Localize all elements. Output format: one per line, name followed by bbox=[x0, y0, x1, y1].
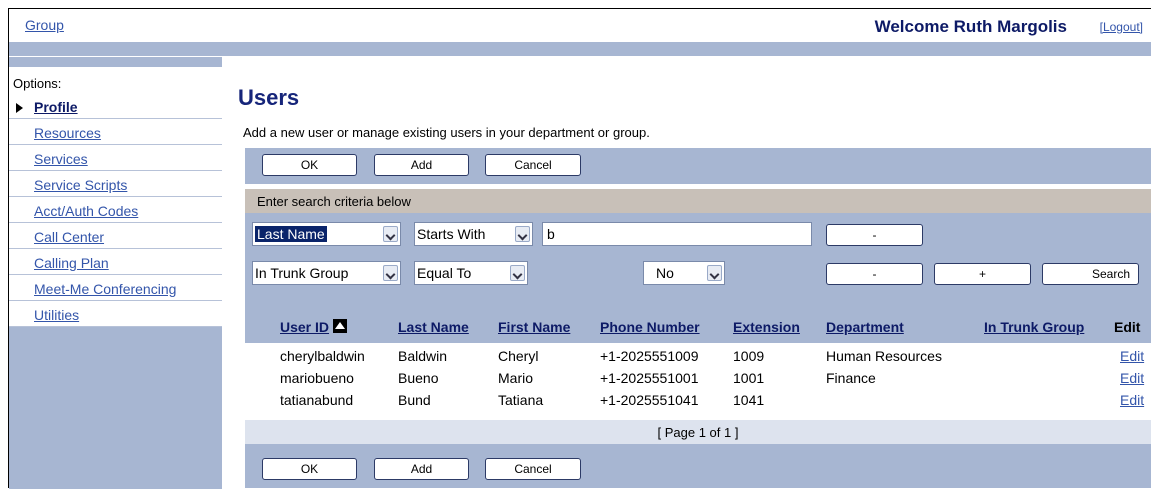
sidebar-item-meet-me-conferencing[interactable]: Meet-Me Conferencing bbox=[9, 275, 222, 301]
search-criteria-heading: Enter search criteria below bbox=[245, 189, 1151, 213]
add-button[interactable]: Add bbox=[374, 154, 469, 176]
bottom-button-bar: OK Add Cancel bbox=[245, 452, 1151, 488]
cell-extension: 1009 bbox=[733, 348, 765, 364]
ok-button[interactable]: OK bbox=[262, 154, 357, 176]
sidebar: Options: Profile Resources Services Serv… bbox=[9, 57, 222, 489]
select-value: No bbox=[656, 265, 674, 281]
select-value: Last Name bbox=[255, 226, 327, 242]
cell-first-name: Tatiana bbox=[498, 392, 544, 408]
chevron-down-icon bbox=[707, 265, 722, 281]
page-indicator: [ Page 1 of 1 ] bbox=[245, 420, 1151, 444]
cell-first-name: Mario bbox=[498, 370, 534, 386]
sidebar-item-label[interactable]: Calling Plan bbox=[34, 255, 109, 271]
cell-user-id: cherylbaldwin bbox=[280, 348, 365, 364]
sidebar-item-label[interactable]: Meet-Me Conferencing bbox=[34, 281, 176, 297]
options-title: Options: bbox=[9, 67, 222, 93]
remove-criteria-button-1[interactable]: - bbox=[826, 224, 923, 246]
chevron-down-icon bbox=[383, 226, 398, 242]
pagination-bar: [ Page 1 of 1 ] bbox=[245, 420, 1151, 452]
column-header-phone-number[interactable]: Phone Number bbox=[600, 319, 700, 335]
sidebar-item-label[interactable]: Acct/Auth Codes bbox=[34, 203, 138, 219]
table-row: cherylbaldwin Baldwin Cheryl +1-20255510… bbox=[245, 345, 1151, 367]
options-list: Profile Resources Services Service Scrip… bbox=[9, 93, 222, 327]
cancel-button[interactable]: Cancel bbox=[485, 154, 581, 176]
select-value: Equal To bbox=[417, 265, 472, 281]
cancel-button[interactable]: Cancel bbox=[485, 458, 581, 480]
column-header-label: User ID bbox=[280, 319, 330, 335]
column-header-first-name[interactable]: First Name bbox=[498, 319, 570, 335]
column-header-user-id[interactable]: User ID bbox=[280, 319, 348, 335]
page-title: Users bbox=[238, 85, 300, 110]
search-field-select-2[interactable]: In Trunk Group bbox=[252, 261, 401, 285]
sidebar-item-label[interactable]: Call Center bbox=[34, 229, 104, 245]
sidebar-item-service-scripts[interactable]: Service Scripts bbox=[9, 171, 222, 197]
page-description: Add a new user or manage existing users … bbox=[243, 125, 650, 140]
welcome-text: Welcome Ruth Margolis bbox=[874, 17, 1067, 36]
column-header-extension[interactable]: Extension bbox=[733, 319, 800, 335]
sidebar-item-profile[interactable]: Profile bbox=[9, 93, 222, 119]
search-value-select-2[interactable]: No bbox=[643, 261, 725, 285]
sidebar-item-label[interactable]: Profile bbox=[34, 99, 78, 115]
header-strip bbox=[9, 42, 1151, 56]
edit-link[interactable]: Edit bbox=[1120, 370, 1144, 386]
cell-department: Finance bbox=[826, 370, 876, 386]
sidebar-item-services[interactable]: Services bbox=[9, 145, 222, 171]
edit-link[interactable]: Edit bbox=[1120, 348, 1144, 364]
current-item-bullet-icon bbox=[16, 103, 23, 113]
sidebar-item-call-center[interactable]: Call Center bbox=[9, 223, 222, 249]
cell-extension: 1001 bbox=[733, 370, 765, 386]
sidebar-item-acct-auth-codes[interactable]: Acct/Auth Codes bbox=[9, 197, 222, 223]
top-button-bar: OK Add Cancel bbox=[245, 148, 1151, 184]
top-bar: Group Welcome Ruth Margolis [Logout] bbox=[9, 9, 1151, 42]
search-field-select-1[interactable]: Last Name bbox=[252, 222, 401, 246]
ok-button[interactable]: OK bbox=[262, 458, 357, 480]
edit-link[interactable]: Edit bbox=[1120, 392, 1144, 408]
select-value: Starts With bbox=[417, 226, 486, 242]
table-header-row: User ID Last Name First Name Phone Numbe… bbox=[245, 307, 1151, 343]
cell-extension: 1041 bbox=[733, 392, 765, 408]
sort-ascending-icon[interactable] bbox=[333, 319, 348, 333]
cell-last-name: Bund bbox=[398, 392, 431, 408]
sidebar-item-calling-plan[interactable]: Calling Plan bbox=[9, 249, 222, 275]
add-criteria-button[interactable]: + bbox=[934, 263, 1031, 285]
sidebar-item-label[interactable]: Services bbox=[34, 151, 88, 167]
cell-phone-number: +1-2025551001 bbox=[600, 370, 699, 386]
column-header-in-trunk-group[interactable]: In Trunk Group bbox=[984, 319, 1084, 335]
chevron-down-icon bbox=[510, 265, 525, 281]
search-value-input[interactable]: b bbox=[542, 222, 812, 246]
table-row: tatianabund Bund Tatiana +1-2025551041 1… bbox=[245, 389, 1151, 411]
app-frame: Group Welcome Ruth Margolis [Logout] Opt… bbox=[8, 8, 1151, 489]
add-button[interactable]: Add bbox=[374, 458, 469, 480]
sidebar-item-resources[interactable]: Resources bbox=[9, 119, 222, 145]
search-criteria-panel: Last Name Starts With b - In Trunk Group… bbox=[245, 213, 1151, 307]
sidebar-item-utilities[interactable]: Utilities bbox=[9, 301, 222, 327]
users-table: User ID Last Name First Name Phone Numbe… bbox=[245, 307, 1151, 452]
search-operator-select-2[interactable]: Equal To bbox=[414, 261, 528, 285]
cell-last-name: Bueno bbox=[398, 370, 439, 386]
group-link[interactable]: Group bbox=[25, 17, 64, 33]
select-value: In Trunk Group bbox=[255, 265, 349, 281]
cell-department: Human Resources bbox=[826, 348, 942, 364]
cell-phone-number: +1-2025551009 bbox=[600, 348, 699, 364]
chevron-down-icon bbox=[383, 265, 398, 281]
column-header-last-name[interactable]: Last Name bbox=[398, 319, 469, 335]
search-button[interactable]: Search bbox=[1042, 263, 1139, 285]
cell-phone-number: +1-2025551041 bbox=[600, 392, 699, 408]
logout-link[interactable]: [Logout] bbox=[1100, 20, 1143, 34]
sidebar-item-label[interactable]: Resources bbox=[34, 125, 101, 141]
cell-first-name: Cheryl bbox=[498, 348, 539, 364]
cell-user-id: tatianabund bbox=[280, 392, 354, 408]
chevron-down-icon bbox=[515, 226, 530, 242]
search-operator-select-1[interactable]: Starts With bbox=[414, 222, 533, 246]
remove-criteria-button-2[interactable]: - bbox=[826, 263, 923, 285]
main-content: Users Add a new user or manage existing … bbox=[223, 57, 1151, 489]
column-header-edit: Edit bbox=[1114, 319, 1141, 335]
sidebar-item-label[interactable]: Service Scripts bbox=[34, 177, 127, 193]
table-row: mariobueno Bueno Mario +1-2025551001 100… bbox=[245, 367, 1151, 389]
cell-last-name: Baldwin bbox=[398, 348, 448, 364]
column-header-department[interactable]: Department bbox=[826, 319, 904, 335]
cell-user-id: mariobueno bbox=[280, 370, 354, 386]
sidebar-item-label[interactable]: Utilities bbox=[34, 307, 79, 323]
